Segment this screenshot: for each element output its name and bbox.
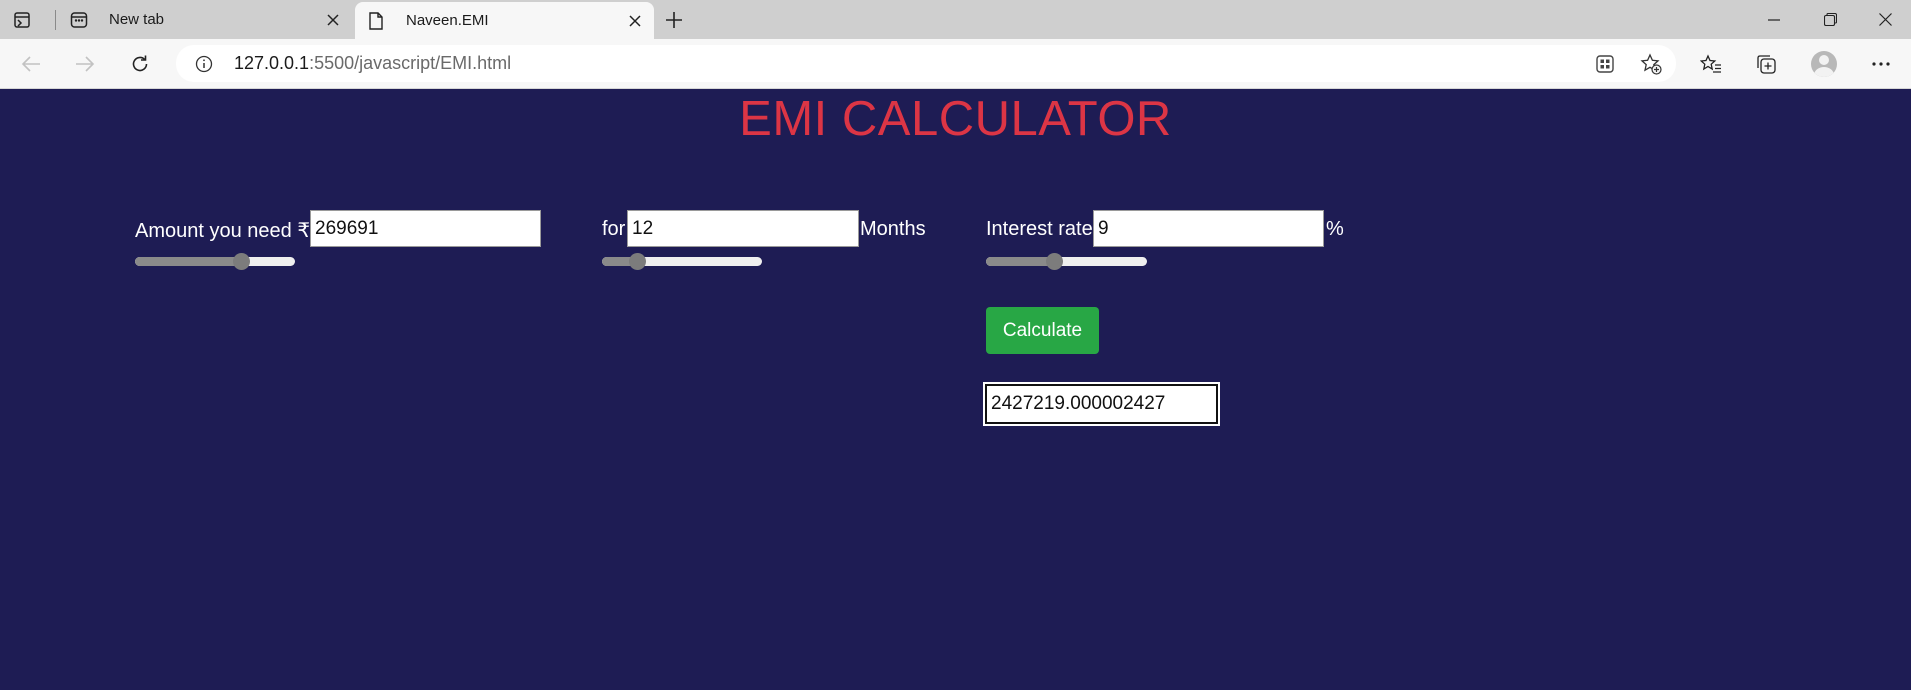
- more-options-icon[interactable]: [1866, 49, 1896, 79]
- amount-input[interactable]: [310, 210, 541, 247]
- avatar: [1811, 51, 1837, 77]
- refresh-icon[interactable]: [124, 49, 156, 79]
- slider-thumb[interactable]: [629, 253, 647, 270]
- for-label: for: [602, 218, 626, 240]
- minimize-icon[interactable]: [1746, 0, 1802, 39]
- slider-fill: [135, 257, 241, 266]
- browser-toolbar: 127.0.0.1:5500/javascript/EMI.html: [0, 39, 1911, 89]
- profile-avatar[interactable]: [1809, 49, 1839, 79]
- address-bar[interactable]: 127.0.0.1:5500/javascript/EMI.html: [176, 45, 1676, 82]
- amount-label: Amount you need ₹: [135, 220, 311, 242]
- favorites-icon[interactable]: [1696, 49, 1726, 79]
- close-tab-icon[interactable]: [320, 7, 346, 33]
- forward-arrow-icon[interactable]: [69, 49, 101, 79]
- slider-thumb[interactable]: [1045, 253, 1063, 270]
- close-tab-icon[interactable]: [622, 8, 648, 34]
- site-info-icon[interactable]: [192, 52, 216, 76]
- tab-new-tab[interactable]: New tab: [60, 0, 352, 39]
- tab-separator: [55, 10, 56, 30]
- url-host: 127.0.0.1: [234, 53, 310, 73]
- amount-slider[interactable]: [135, 253, 295, 270]
- months-label: Months: [860, 218, 926, 240]
- slider-thumb[interactable]: [232, 253, 250, 270]
- new-tab-page-icon: [69, 10, 89, 30]
- calculate-button[interactable]: Calculate: [986, 307, 1099, 354]
- add-favorite-icon[interactable]: [1638, 51, 1664, 77]
- tab-title: New tab: [109, 11, 165, 28]
- emi-page: EMI CALCULATOR Amount you need ₹ for Mon…: [0, 89, 1911, 690]
- back-arrow-icon[interactable]: [15, 49, 47, 79]
- page-title: EMI CALCULATOR: [739, 92, 1172, 146]
- url-text[interactable]: 127.0.0.1:5500/javascript/EMI.html: [234, 53, 511, 74]
- document-icon: [366, 11, 386, 31]
- result-field[interactable]: [983, 382, 1220, 426]
- app-available-icon[interactable]: [1592, 51, 1618, 77]
- slider-fill: [986, 257, 1054, 266]
- tab-title: Naveen.EMI: [406, 12, 489, 29]
- restore-icon[interactable]: [1802, 0, 1858, 39]
- interest-input[interactable]: [1093, 210, 1324, 247]
- tab-naveen-emi[interactable]: Naveen.EMI: [355, 2, 654, 39]
- months-input[interactable]: [627, 210, 859, 247]
- interest-label: Interest rate: [986, 218, 1093, 240]
- tab-actions-icon[interactable]: [10, 8, 34, 32]
- percent-label: %: [1326, 218, 1344, 240]
- browser-tabstrip: New tab Naveen.EMI: [0, 0, 1911, 39]
- close-window-icon[interactable]: [1857, 0, 1911, 39]
- interest-slider[interactable]: [986, 253, 1147, 270]
- collections-icon[interactable]: [1751, 49, 1781, 79]
- new-tab-plus-icon[interactable]: [660, 6, 688, 34]
- months-slider[interactable]: [602, 253, 762, 270]
- url-path: :5500/javascript/EMI.html: [309, 53, 512, 73]
